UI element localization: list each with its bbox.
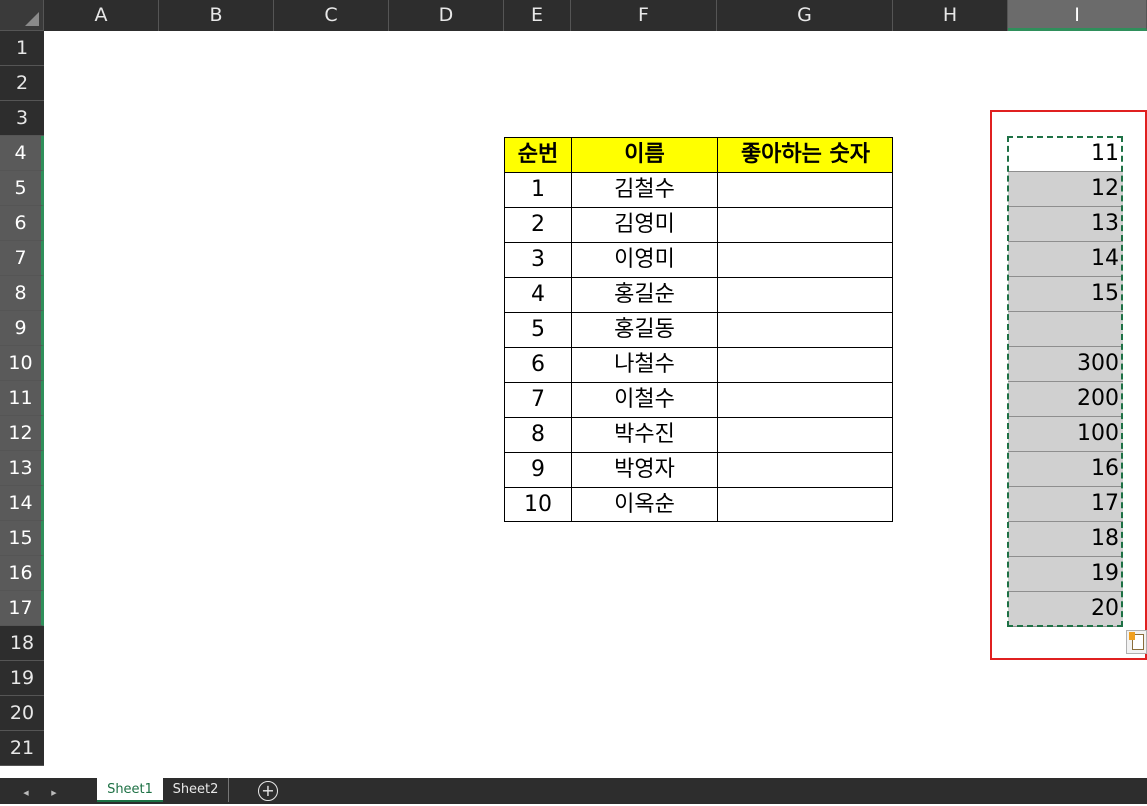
chevron-left-icon: ◀ <box>23 789 29 797</box>
table-cell-fav[interactable] <box>717 382 893 417</box>
column-i-cell[interactable]: 11 <box>1008 137 1123 172</box>
table-cell-no[interactable]: 7 <box>504 382 571 417</box>
row-header-15[interactable]: 15 <box>0 521 44 556</box>
column-i-cell[interactable] <box>1008 312 1123 347</box>
table-cell-name[interactable]: 이영미 <box>571 242 717 277</box>
table-cell-no[interactable]: 8 <box>504 417 571 452</box>
table-cell-no[interactable]: 9 <box>504 452 571 487</box>
column-i-cell[interactable]: 19 <box>1008 557 1123 592</box>
row-header-21[interactable]: 21 <box>0 731 44 766</box>
column-i-cell[interactable]: 15 <box>1008 277 1123 312</box>
table-cell-name[interactable]: 박영자 <box>571 452 717 487</box>
column-i-cell[interactable]: 14 <box>1008 242 1123 277</box>
row-header-10[interactable]: 10 <box>0 346 44 381</box>
table-cell-fav[interactable] <box>717 417 893 452</box>
column-i-cell[interactable]: 17 <box>1008 487 1123 522</box>
table-cell-no[interactable]: 6 <box>504 347 571 382</box>
column-header-h[interactable]: H <box>893 0 1008 31</box>
row-header-8[interactable]: 8 <box>0 276 44 311</box>
column-i-cell[interactable]: 300 <box>1008 347 1123 382</box>
column-header-e[interactable]: E <box>504 0 571 31</box>
tab-sheet2[interactable]: Sheet2 <box>163 778 229 802</box>
chevron-right-icon: ▶ <box>51 789 57 797</box>
row-header-17[interactable]: 17 <box>0 591 44 626</box>
row-header-5[interactable]: 5 <box>0 171 44 206</box>
table-cell-name[interactable]: 김철수 <box>571 172 717 207</box>
column-header-b[interactable]: B <box>159 0 274 31</box>
table-cell-name[interactable]: 홍길동 <box>571 312 717 347</box>
table-cell-name[interactable]: 이옥순 <box>571 487 717 522</box>
table-cell-name[interactable]: 이철수 <box>571 382 717 417</box>
row-header-9[interactable]: 9 <box>0 311 44 346</box>
column-header-a[interactable]: A <box>44 0 159 31</box>
column-i-cell[interactable]: 20 <box>1008 592 1123 627</box>
column-i-cell[interactable]: 16 <box>1008 452 1123 487</box>
row-header-19[interactable]: 19 <box>0 661 44 696</box>
table-header-cell[interactable]: 좋아하는 숫자 <box>717 137 893 172</box>
table-cell-no[interactable]: 4 <box>504 277 571 312</box>
table-cell-fav[interactable] <box>717 347 893 382</box>
paste-flash-icon <box>1129 632 1135 640</box>
column-i-cell[interactable]: 12 <box>1008 172 1123 207</box>
table-cell-fav[interactable] <box>717 207 893 242</box>
select-all-triangle-icon <box>25 12 39 26</box>
row-header-6[interactable]: 6 <box>0 206 44 241</box>
add-sheet-button[interactable]: + <box>258 781 278 801</box>
column-i-cell[interactable]: 100 <box>1008 417 1123 452</box>
table-cell-fav[interactable] <box>717 312 893 347</box>
row-header-7[interactable]: 7 <box>0 241 44 276</box>
table-cell-no[interactable]: 2 <box>504 207 571 242</box>
table-cell-name[interactable]: 나철수 <box>571 347 717 382</box>
table-cell-fav[interactable] <box>717 277 893 312</box>
row-header-1[interactable]: 1 <box>0 31 44 66</box>
table-cell-fav[interactable] <box>717 487 893 522</box>
row-header-14[interactable]: 14 <box>0 486 44 521</box>
table-cell-no[interactable]: 3 <box>504 242 571 277</box>
row-header-12[interactable]: 12 <box>0 416 44 451</box>
plus-icon: + <box>261 781 275 800</box>
row-header-20[interactable]: 20 <box>0 696 44 731</box>
tab-sheet1[interactable]: Sheet1 <box>97 778 163 802</box>
sheet-tab-bar: ◀ ▶ Sheet1 Sheet2 + <box>0 778 1147 804</box>
table-header-cell[interactable]: 순번 <box>504 137 571 172</box>
table-cell-fav[interactable] <box>717 452 893 487</box>
row-header-18[interactable]: 18 <box>0 626 44 661</box>
row-header-2[interactable]: 2 <box>0 66 44 101</box>
column-header-c[interactable]: C <box>274 0 389 31</box>
table-cell-name[interactable]: 홍길순 <box>571 277 717 312</box>
select-all-corner[interactable] <box>0 0 44 31</box>
table-cell-name[interactable]: 박수진 <box>571 417 717 452</box>
prev-sheet-button[interactable]: ◀ <box>16 778 36 804</box>
column-i-cell[interactable]: 200 <box>1008 382 1123 417</box>
column-header-d[interactable]: D <box>389 0 504 31</box>
row-header-11[interactable]: 11 <box>0 381 44 416</box>
column-i-cell[interactable]: 13 <box>1008 207 1123 242</box>
table-cell-fav[interactable] <box>717 242 893 277</box>
row-header-16[interactable]: 16 <box>0 556 44 591</box>
column-header-f[interactable]: F <box>571 0 717 31</box>
column-header-g[interactable]: G <box>717 0 893 31</box>
table-cell-name[interactable]: 김영미 <box>571 207 717 242</box>
row-header-3[interactable]: 3 <box>0 101 44 136</box>
row-header-4[interactable]: 4 <box>0 136 44 171</box>
table-cell-no[interactable]: 5 <box>504 312 571 347</box>
column-i-cell[interactable]: 18 <box>1008 522 1123 557</box>
paste-options-icon[interactable] <box>1126 630 1147 654</box>
table-cell-no[interactable]: 1 <box>504 172 571 207</box>
next-sheet-button[interactable]: ▶ <box>44 778 64 804</box>
table-cell-fav[interactable] <box>717 172 893 207</box>
table-cell-no[interactable]: 10 <box>504 487 571 522</box>
row-header-13[interactable]: 13 <box>0 451 44 486</box>
table-header-cell[interactable]: 이름 <box>571 137 717 172</box>
column-header-i[interactable]: I <box>1008 0 1147 31</box>
